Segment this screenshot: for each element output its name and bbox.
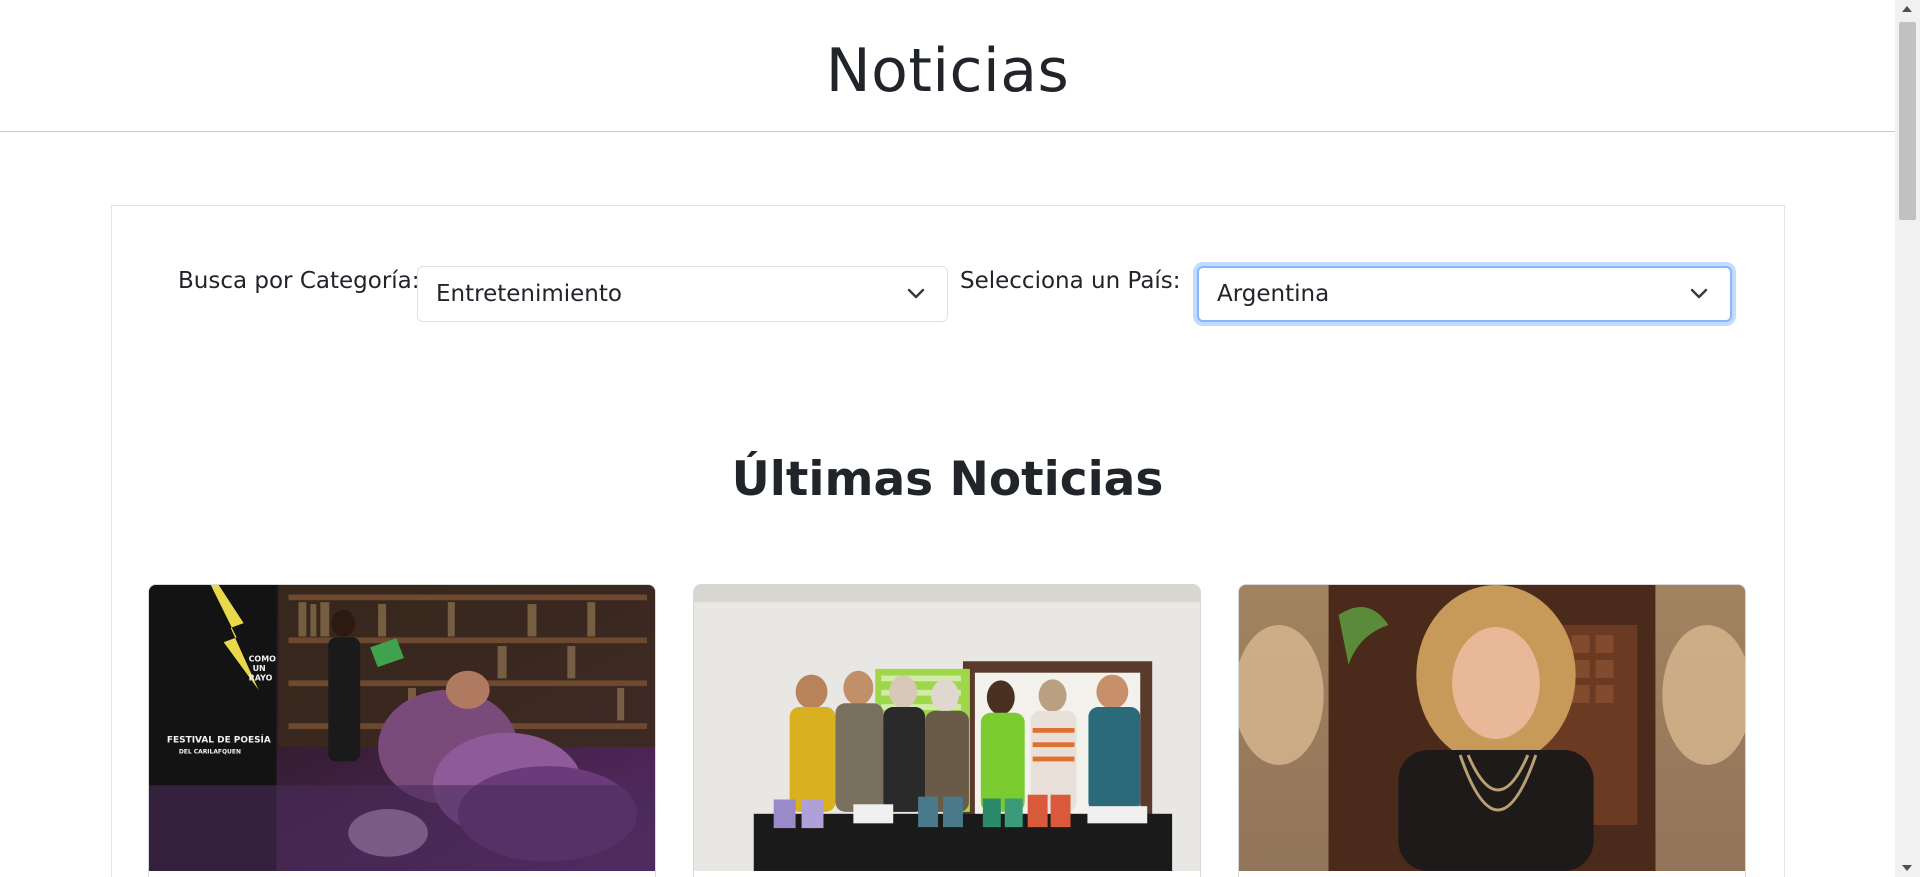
category-select[interactable]: Entretenimiento (417, 266, 948, 322)
page-scrollbar[interactable] (1895, 0, 1920, 877)
svg-text:FESTIVAL DE POESÍA: FESTIVAL DE POESÍA (167, 733, 271, 745)
country-select[interactable]: Argentina (1197, 266, 1732, 322)
svg-text:RAYO: RAYO (249, 673, 273, 682)
news-card[interactable]: FESTIVAL DE POESÍA DEL CARILAFQUEN COMO … (148, 584, 656, 877)
country-label: Selecciona un País: (960, 268, 1181, 294)
scrollbar-thumb[interactable] (1899, 22, 1916, 220)
news-card[interactable] (693, 584, 1201, 877)
scroll-up-icon[interactable] (1902, 6, 1912, 12)
page-title: Noticias (825, 36, 1070, 106)
category-label: Busca por Categoría: (178, 268, 420, 294)
scroll-down-icon[interactable] (1902, 865, 1912, 871)
chevron-down-icon (907, 288, 925, 299)
news-card-image[interactable] (1239, 585, 1745, 871)
news-card[interactable] (1238, 584, 1746, 877)
news-card-image[interactable]: FESTIVAL DE POESÍA DEL CARILAFQUEN COMO … (149, 585, 655, 871)
country-select-value: Argentina (1217, 281, 1330, 307)
svg-text:COMO: COMO (249, 654, 277, 663)
section-title: Últimas Noticias (731, 452, 1164, 507)
chevron-down-icon (1690, 288, 1708, 299)
page-header: Noticias (0, 0, 1895, 132)
svg-text:UN: UN (253, 664, 266, 673)
category-select-value: Entretenimiento (436, 281, 622, 307)
news-card-image[interactable] (694, 585, 1200, 871)
svg-text:DEL CARILAFQUEN: DEL CARILAFQUEN (179, 750, 241, 756)
